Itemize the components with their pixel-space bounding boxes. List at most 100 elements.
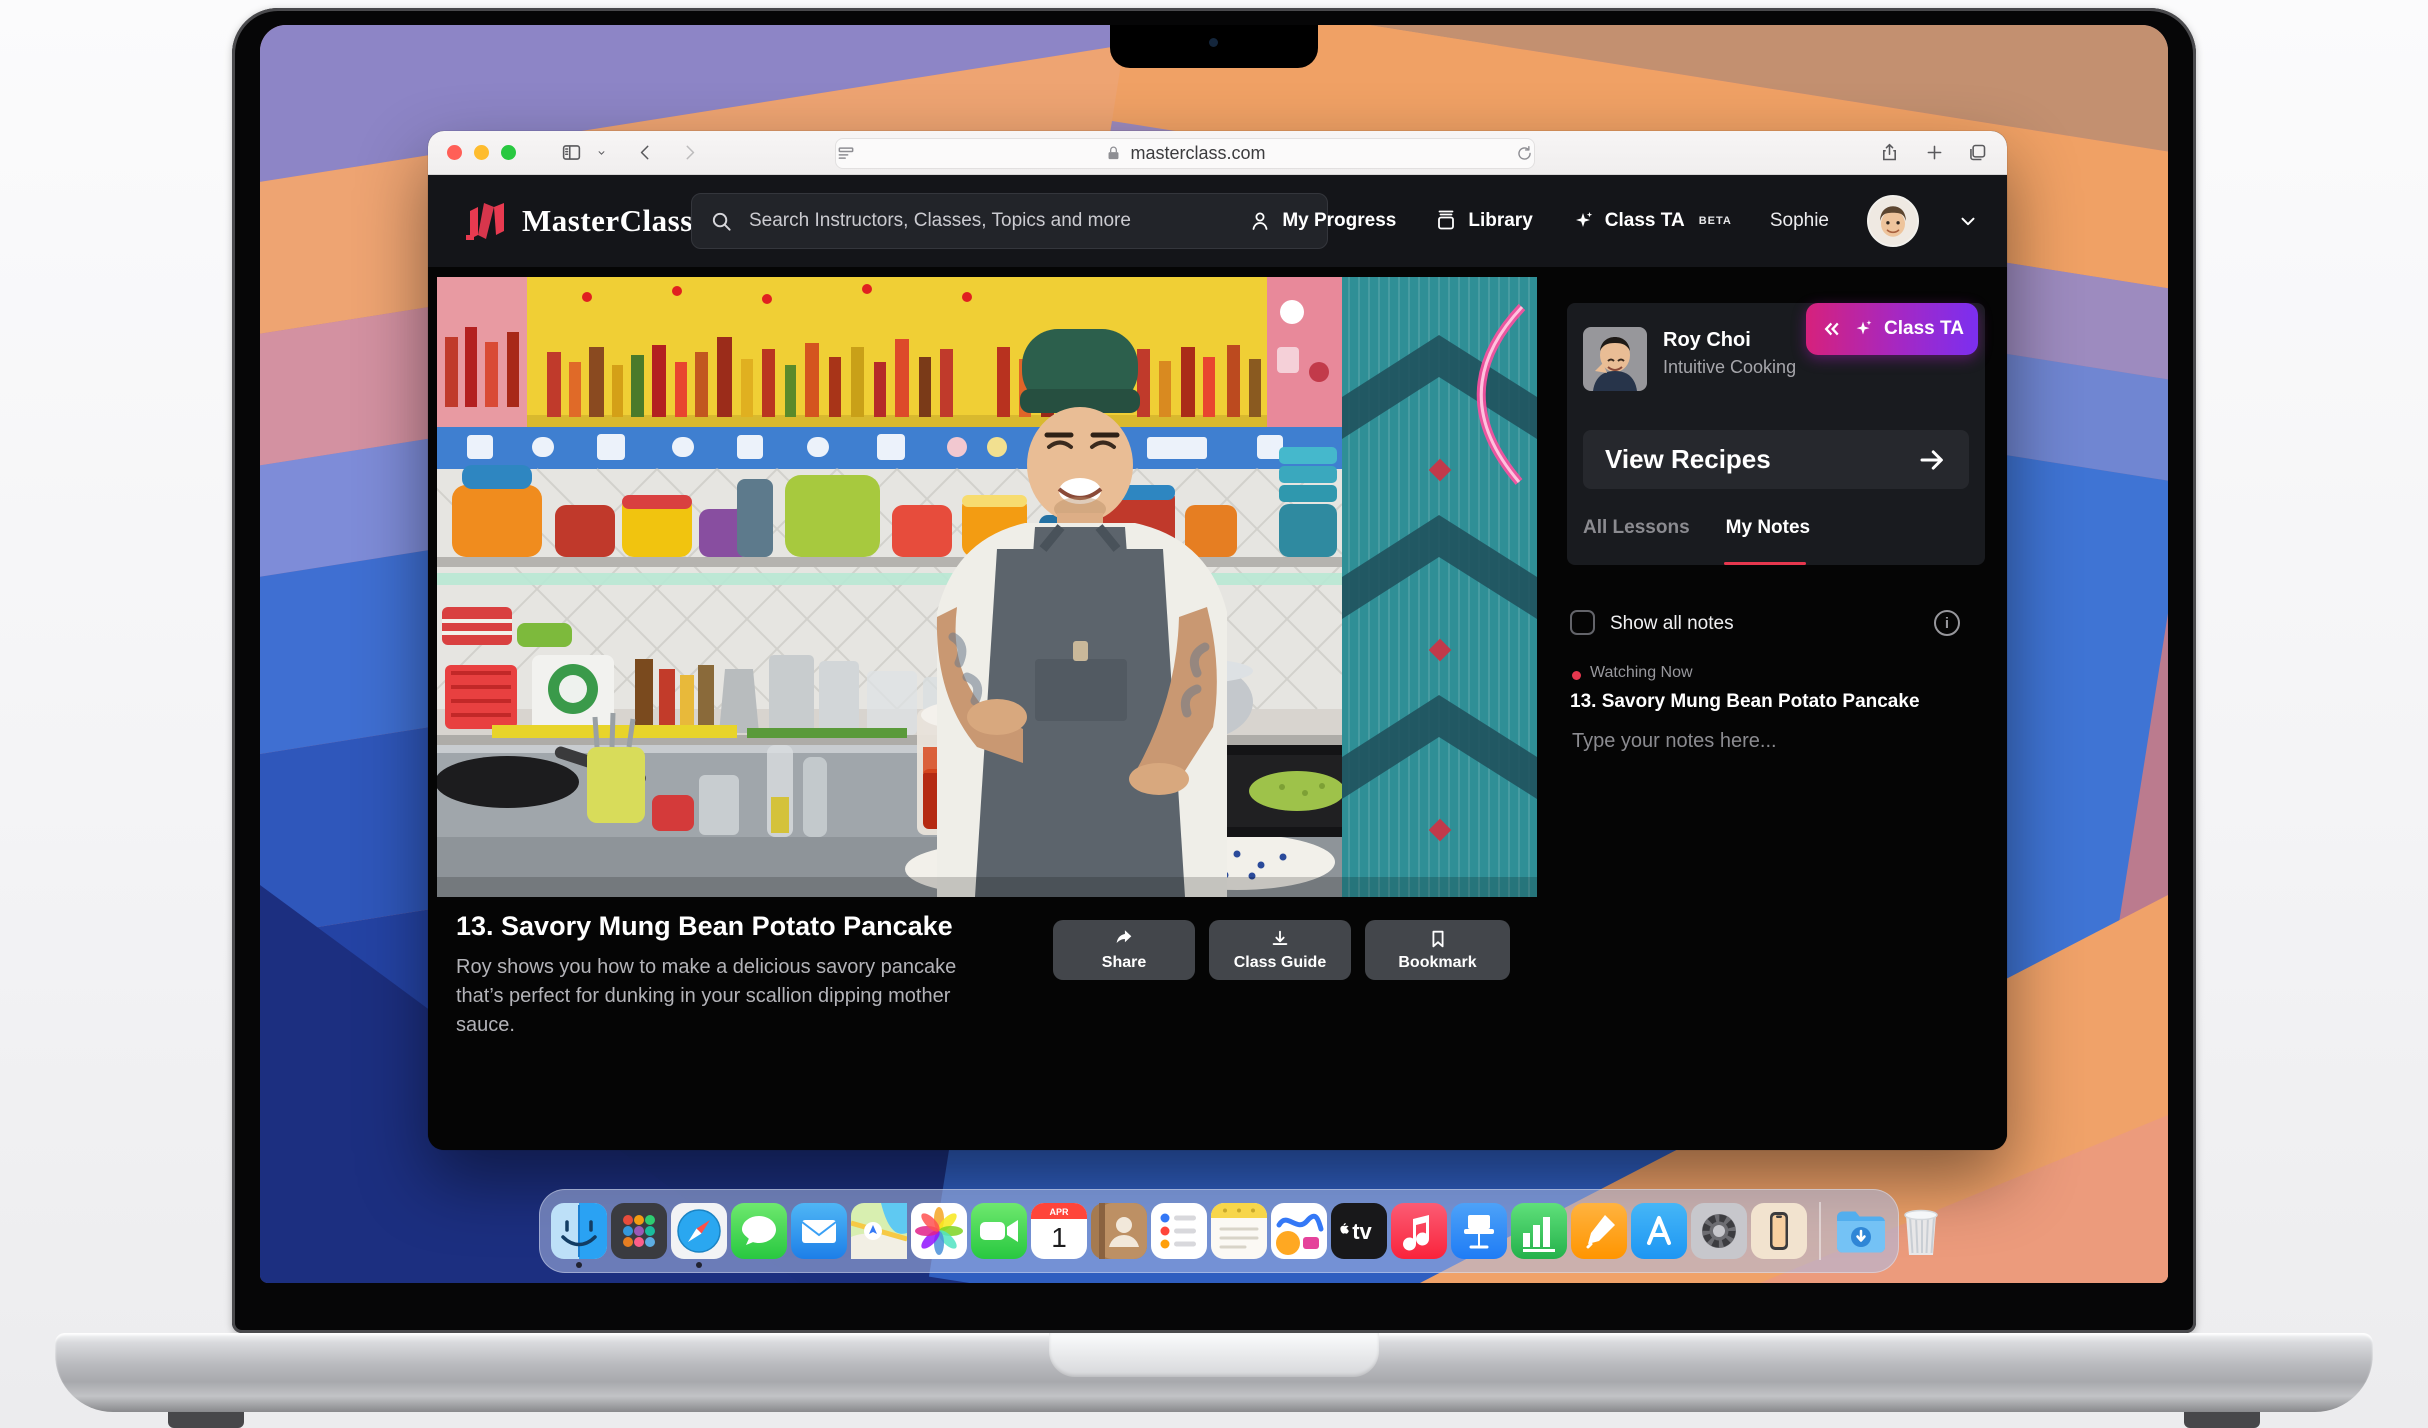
watching-now-dot <box>1572 671 1581 680</box>
dock-system-settings-icon[interactable] <box>1691 1203 1747 1259</box>
minimize-window-button[interactable] <box>474 145 489 160</box>
download-icon <box>1269 928 1291 950</box>
instructor-photo <box>1583 327 1647 391</box>
bookmark-icon <box>1427 928 1449 950</box>
new-tab-icon[interactable] <box>1917 138 1951 168</box>
camera-dot <box>1209 38 1218 47</box>
back-button[interactable] <box>628 138 662 168</box>
panel-lesson-title: 13. Savory Mung Bean Potato Pancake <box>1570 691 1920 713</box>
class-guide-button[interactable]: Class Guide <box>1209 920 1351 980</box>
instructor-name: Roy Choi <box>1663 329 1751 352</box>
sparkle-icon <box>1571 209 1595 233</box>
svg-text:1: 1 <box>1051 1222 1067 1253</box>
dock-messages-icon[interactable] <box>731 1203 787 1259</box>
watching-now-label: Watching Now <box>1590 664 1693 682</box>
running-indicator <box>696 1262 702 1268</box>
class-name: Intuitive Cooking <box>1663 357 1796 378</box>
reader-view-icon[interactable] <box>836 144 856 164</box>
laptop-bezel: Safari File Edit View History Bookmarks … <box>232 8 2196 1333</box>
nav-library[interactable]: Library <box>1434 209 1532 233</box>
search-icon <box>710 210 733 233</box>
laptop-base <box>55 1333 2373 1412</box>
forward-button[interactable] <box>672 138 706 168</box>
dock-mail-icon[interactable] <box>791 1203 847 1259</box>
masterclass-header: MasterClass My Progress Library <box>428 175 2007 267</box>
site-search[interactable] <box>691 193 1328 249</box>
nav-my-progress[interactable]: My Progress <box>1248 209 1396 233</box>
share-button[interactable]: Share <box>1053 920 1195 980</box>
masterclass-logo-icon[interactable] <box>464 201 510 241</box>
dock-keynote-icon[interactable] <box>1451 1203 1507 1259</box>
notes-input[interactable] <box>1570 729 1950 754</box>
dock-notes-icon[interactable] <box>1211 1203 1267 1259</box>
lid-scoop <box>1049 1333 1379 1377</box>
address-bar[interactable]: masterclass.com <box>835 138 1535 169</box>
collapse-chevrons-icon <box>1820 318 1842 340</box>
dock-freeform-icon[interactable] <box>1271 1203 1327 1259</box>
library-icon <box>1434 209 1458 233</box>
url-text: masterclass.com <box>1130 143 1265 164</box>
lesson-page: Roy Choi Intuitive Cooking Class TA View… <box>428 267 2007 1150</box>
dock-contacts-icon[interactable] <box>1091 1203 1147 1259</box>
lesson-description: Roy shows you how to make a delicious sa… <box>456 953 996 1040</box>
active-tab-underline <box>1724 562 1806 565</box>
dock-app-store-icon[interactable] <box>1631 1203 1687 1259</box>
dock-iphone-mirroring-icon[interactable] <box>1751 1203 1807 1259</box>
view-recipes-button[interactable]: View Recipes <box>1583 430 1969 489</box>
lock-icon <box>1105 145 1122 162</box>
safari-toolbar: masterclass.com <box>428 131 2007 175</box>
dock: APR 1 tv <box>539 1189 1899 1273</box>
dock-separator <box>1819 1202 1821 1260</box>
running-indicator <box>576 1262 582 1268</box>
panel-tabs: All Lessons My Notes <box>1583 517 1810 551</box>
dock-launchpad-icon[interactable] <box>611 1203 667 1259</box>
dock-music-icon[interactable] <box>1391 1203 1447 1259</box>
search-input[interactable] <box>747 209 1309 233</box>
display-notch <box>1110 25 1318 68</box>
dock-tv-icon[interactable]: tv <box>1331 1203 1387 1259</box>
share-icon[interactable] <box>1872 138 1906 168</box>
dock-downloads-icon[interactable] <box>1833 1203 1889 1259</box>
zoom-window-button[interactable] <box>501 145 516 160</box>
dock-finder-icon[interactable] <box>551 1203 607 1259</box>
lesson-video[interactable] <box>437 277 1537 897</box>
laptop-screen: Safari File Edit View History Bookmarks … <box>260 25 2168 1283</box>
dock-calendar-icon[interactable]: APR 1 <box>1031 1203 1087 1259</box>
dock-maps-icon[interactable] <box>851 1203 907 1259</box>
user-name: Sophie <box>1770 210 1829 232</box>
close-window-button[interactable] <box>447 145 462 160</box>
svg-text:APR: APR <box>1049 1207 1069 1217</box>
beta-badge: BETA <box>1699 215 1732 227</box>
nav-class-ta[interactable]: Class TABETA <box>1571 209 1732 233</box>
dock-photos-icon[interactable] <box>911 1203 967 1259</box>
sparkle-icon <box>1852 318 1874 340</box>
chevron-down-icon[interactable] <box>1957 210 1979 232</box>
tab-my-notes[interactable]: My Notes <box>1726 517 1810 551</box>
share-arrow-icon <box>1113 928 1135 950</box>
sidebar-chevron-icon[interactable] <box>588 138 614 168</box>
svg-text:tv: tv <box>1352 1219 1372 1244</box>
dock-trash-icon[interactable] <box>1893 1203 1949 1259</box>
arrow-right-icon <box>1917 445 1947 475</box>
bookmark-button[interactable]: Bookmark <box>1365 920 1510 980</box>
show-all-notes-label: Show all notes <box>1610 613 1734 635</box>
dock-facetime-icon[interactable] <box>971 1203 1027 1259</box>
avatar[interactable] <box>1867 195 1919 247</box>
dock-safari-icon[interactable] <box>671 1203 727 1259</box>
class-ta-button[interactable]: Class TA <box>1806 303 1978 355</box>
tab-overview-icon[interactable] <box>1960 138 1994 168</box>
info-icon[interactable]: i <box>1934 610 1960 636</box>
masterclass-wordmark[interactable]: MasterClass <box>522 203 693 239</box>
macbook-photo: Safari File Edit View History Bookmarks … <box>0 0 2428 1428</box>
tab-all-lessons[interactable]: All Lessons <box>1583 517 1690 551</box>
dock-pages-icon[interactable] <box>1571 1203 1627 1259</box>
safari-window: masterclass.com <box>428 131 2007 1150</box>
show-all-notes-checkbox[interactable] <box>1570 610 1595 635</box>
class-ta-panel: Roy Choi Intuitive Cooking Class TA View… <box>1567 303 1985 565</box>
lesson-title: 13. Savory Mung Bean Potato Pancake <box>456 911 953 942</box>
person-icon <box>1248 209 1272 233</box>
dock-reminders-icon[interactable] <box>1151 1203 1207 1259</box>
dock-numbers-icon[interactable] <box>1511 1203 1567 1259</box>
reload-icon[interactable] <box>1515 144 1534 163</box>
sidebar-icon[interactable] <box>554 138 588 168</box>
